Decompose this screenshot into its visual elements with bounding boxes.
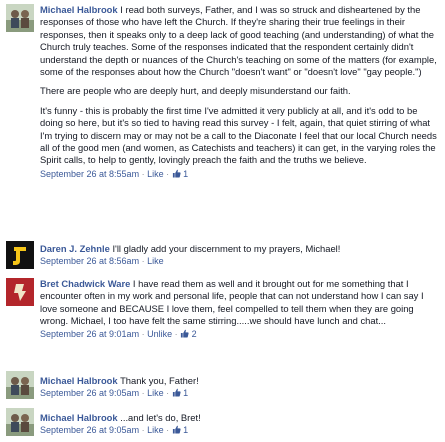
avatar[interactable] [6,278,34,306]
like-count[interactable]: 1 [183,388,188,398]
comment-text: Bret Chadwick Ware I have read them as w… [40,278,440,328]
like-thumb-icon [172,425,181,434]
timestamp-link[interactable]: September 26 at 9:05am [40,425,139,435]
like-button[interactable]: Like [147,256,164,266]
like-button[interactable]: Like [147,388,164,398]
comment-author[interactable]: Daren J. Zehnle [40,243,110,254]
like-count[interactable]: 1 [183,425,188,435]
comment-paragraph: It's funny - this is probably the first … [40,104,437,166]
comment-text: Michael Halbrook I read both surveys, Fa… [40,4,440,78]
comment-body: Thank you, Father! [120,375,199,386]
comment-author[interactable]: Michael Halbrook [40,4,118,15]
timestamp-link[interactable]: September 26 at 8:56am [40,256,139,266]
unlike-button[interactable]: Unlike [147,329,172,339]
comment-meta: September 26 at 9:05am · Like · 1 [40,425,189,436]
like-count[interactable]: 1 [183,169,188,179]
timestamp-link[interactable]: September 26 at 9:05am [40,388,139,398]
timestamp-link[interactable]: September 26 at 8:55am [40,169,139,179]
comment-author[interactable]: Michael Halbrook [40,412,118,423]
comment-meta: September 26 at 9:05am · Like · 1 [40,388,189,399]
comment-body: ...and let's do, Bret! [120,412,201,423]
like-count[interactable]: 2 [192,329,197,339]
like-button[interactable]: Like [147,169,164,179]
like-thumb-icon [172,388,181,397]
avatar[interactable] [6,408,34,436]
comment-text: Michael Halbrook Thank you, Father! [40,375,440,387]
timestamp-link[interactable]: September 26 at 9:01am [40,329,139,339]
comment-meta: September 26 at 8:56am · Like [40,256,164,267]
like-thumb-icon [172,169,181,178]
comment-body: I'll gladly add your discernment to my p… [112,243,341,254]
comment-text: Michael Halbrook ...and let's do, Bret! [40,412,440,424]
avatar[interactable] [6,241,34,269]
comment-meta: September 26 at 9:01am · Unlike · 2 [40,328,197,339]
avatar[interactable] [6,4,34,32]
comment-author[interactable]: Bret Chadwick Ware [40,278,130,289]
like-button[interactable]: Like [147,425,164,435]
like-thumb-icon [180,329,189,338]
comment-paragraph: There are people who are deeply hurt, an… [40,85,351,97]
comment-author[interactable]: Michael Halbrook [40,375,118,386]
avatar[interactable] [6,371,34,399]
comment-text: Daren J. Zehnle I'll gladly add your dis… [40,243,440,255]
comment-meta: September 26 at 8:55am · Like · 1 [40,168,189,179]
